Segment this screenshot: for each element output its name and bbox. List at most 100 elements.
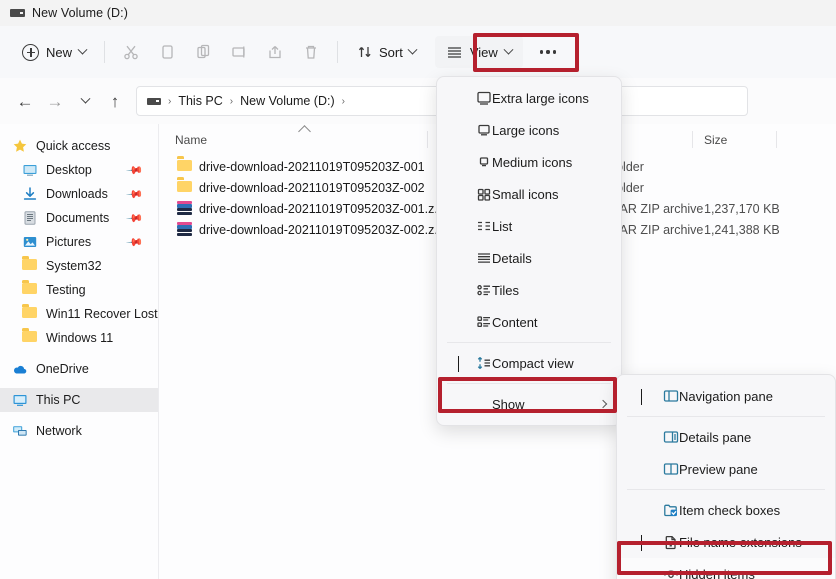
sort-arrows-icon [358, 47, 371, 57]
see-more-button[interactable] [531, 36, 565, 68]
share-icon[interactable] [257, 36, 293, 68]
menu-item-small-icons[interactable]: Small icons [437, 178, 621, 210]
sidebar-item-label: Testing [46, 283, 86, 297]
paste-icon[interactable] [185, 36, 221, 68]
sidebar-item-network[interactable]: Network [0, 419, 158, 443]
breadcrumb-new-volume[interactable]: New Volume (D:) [240, 94, 334, 108]
star-icon [12, 138, 28, 154]
menu-item-label: Preview pane [679, 461, 758, 477]
menu-divider [447, 342, 611, 343]
breadcrumb-this-pc[interactable]: This PC [178, 94, 222, 108]
navigation-pane: Quick access Desktop 📌 Downloads 📌 Docum… [0, 124, 158, 579]
menu-divider [447, 383, 611, 384]
menu-item-label: Large icons [492, 122, 560, 138]
folder-icon [177, 159, 193, 175]
menu-item-mark-check [634, 534, 648, 551]
sidebar-item-windows-11[interactable]: Windows 11 [0, 326, 158, 350]
menu-item-hidden-items[interactable]: Hidden items [617, 558, 835, 579]
menu-item-tiles[interactable]: Tiles [437, 274, 621, 306]
documents-icon [22, 210, 38, 226]
toolbar-divider-2 [337, 41, 339, 63]
pin-icon[interactable]: 📌 [126, 233, 145, 251]
column-divider[interactable] [692, 131, 693, 148]
plus-icon [22, 43, 39, 61]
menu-item-item-check-boxes[interactable]: Item check boxes [617, 494, 835, 526]
menu-item-file-name-extensions[interactable]: File name extensions [617, 526, 835, 558]
menu-item-label: Small icons [492, 186, 559, 202]
downloads-icon [22, 186, 38, 202]
menu-item-compact-view[interactable]: Compact view [437, 347, 621, 379]
item-check-boxes-icon [662, 502, 680, 518]
up-button[interactable]: ↑ [100, 86, 130, 116]
file-name: drive-download-20211019T095203Z-002.z... [199, 222, 445, 237]
file-size: 1,237,170 KB [704, 201, 780, 216]
copy-icon[interactable] [149, 36, 185, 68]
sidebar-item-pictures[interactable]: Pictures 📌 [0, 230, 158, 254]
sidebar-item-label: Documents [46, 211, 110, 225]
command-toolbar: New Sort View [0, 26, 836, 78]
menu-item-label: Show [492, 396, 525, 412]
menu-item-mark-check [451, 355, 465, 372]
menu-item-label: Content [492, 314, 538, 330]
sidebar-item-onedrive[interactable]: OneDrive [0, 357, 158, 381]
sidebar-item-documents[interactable]: Documents 📌 [0, 206, 158, 230]
title-bar: New Volume (D:) [0, 0, 836, 26]
menu-item-list[interactable]: List [437, 210, 621, 242]
sidebar-item-this-pc[interactable]: This PC [0, 388, 158, 412]
pin-icon[interactable]: 📌 [126, 185, 145, 203]
view-button[interactable]: View [434, 36, 523, 68]
column-divider[interactable] [776, 131, 777, 148]
menu-item-extra-large-icons[interactable]: Extra large icons [437, 82, 621, 114]
menu-item-label: Navigation pane [679, 388, 773, 404]
pin-icon[interactable]: 📌 [126, 161, 145, 179]
menu-item-navigation-pane[interactable]: Navigation pane [617, 380, 835, 412]
menu-item-preview-pane[interactable]: Preview pane [617, 453, 835, 485]
sidebar-item-testing[interactable]: Testing [0, 278, 158, 302]
sidebar-item-label: OneDrive [36, 362, 89, 376]
menu-item-label: List [492, 218, 513, 234]
sidebar-item-system32[interactable]: System32 [0, 254, 158, 278]
sidebar-item-label: Downloads [46, 187, 108, 201]
menu-item-content[interactable]: Content [437, 306, 621, 338]
back-button[interactable]: ← [10, 86, 40, 116]
menu-item-show[interactable]: Show [437, 388, 621, 420]
delete-icon[interactable] [293, 36, 329, 68]
onedrive-icon [12, 361, 28, 377]
sidebar-item-quick-access[interactable]: Quick access [0, 134, 158, 158]
menu-item-large-icons[interactable]: Large icons [437, 114, 621, 146]
chevron-down-icon [503, 44, 514, 55]
forward-button[interactable]: → [40, 86, 70, 116]
new-button-label: New [46, 44, 73, 60]
folder-icon [22, 306, 38, 322]
toolbar-divider [104, 41, 106, 63]
view-dropdown-menu: Extra large icons Large icons Medium ico… [436, 76, 622, 426]
menu-item-label: Tiles [492, 282, 519, 298]
column-header-size[interactable]: Size [704, 133, 727, 147]
compact-view-icon [475, 355, 493, 371]
column-divider[interactable] [427, 131, 428, 148]
menu-item-details[interactable]: Details [437, 242, 621, 274]
menu-item-details-pane[interactable]: Details pane [617, 421, 835, 453]
hidden-items-eye-icon [662, 566, 680, 579]
recent-locations-button[interactable] [70, 86, 100, 116]
preview-pane-icon [662, 461, 680, 477]
menu-item-medium-icons[interactable]: Medium icons [437, 146, 621, 178]
column-header-name[interactable]: Name [175, 133, 207, 147]
new-button[interactable]: New [12, 36, 96, 68]
sidebar-item-label: This PC [36, 393, 81, 407]
address-bar-row: ← → ↑ › This PC › New Volume (D:) › [0, 78, 836, 124]
menu-item-label: Hidden items [679, 566, 755, 579]
rename-icon[interactable] [221, 36, 257, 68]
sidebar-item-desktop[interactable]: Desktop 📌 [0, 158, 158, 182]
sort-button[interactable]: Sort [348, 36, 425, 68]
list-icon [475, 218, 493, 234]
cut-icon[interactable] [113, 36, 149, 68]
desktop-icon [22, 162, 38, 178]
navigation-pane-icon [662, 388, 680, 404]
view-lines-icon [447, 47, 461, 58]
small-icons-icon [475, 186, 493, 202]
view-button-wrapper: View [434, 36, 523, 68]
sidebar-item-downloads[interactable]: Downloads 📌 [0, 182, 158, 206]
pin-icon[interactable]: 📌 [126, 209, 145, 227]
sidebar-item-win11-recover-lost[interactable]: Win11 Recover Lost [0, 302, 158, 326]
